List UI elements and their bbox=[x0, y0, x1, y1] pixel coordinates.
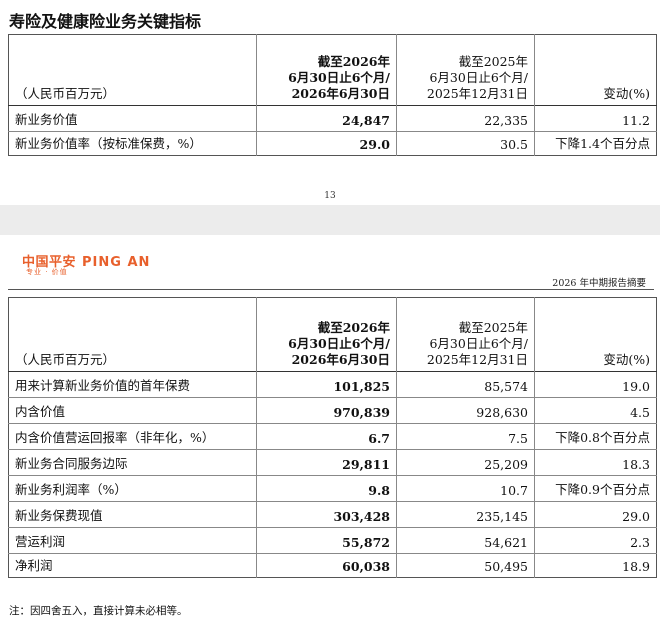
value-2026: 9.8 bbox=[256, 475, 397, 502]
unit-label: （人民币百万元） bbox=[15, 352, 116, 367]
table-row: 新业务合同服务边际 29,811 25,209 18.3 bbox=[8, 449, 657, 476]
header-2025: 截至2025年 6月30日止6个月/ 2025年12月31日 bbox=[396, 297, 535, 372]
value-2025: 7.5 bbox=[396, 423, 535, 450]
value-2026: 55,872 bbox=[256, 527, 397, 554]
logo-english: PING AN bbox=[82, 255, 151, 270]
row-label: 内含价值 bbox=[15, 404, 66, 419]
value-2026: 29,811 bbox=[256, 449, 397, 476]
table-row: 内含价值 970,839 928,630 4.5 bbox=[8, 397, 657, 424]
value-change: 29.0 bbox=[534, 501, 657, 528]
table-header-row: （人民币百万元） 截至2026年 6月30日止6个月/ 2026年6月30日 截… bbox=[8, 297, 657, 372]
value-2025: 50,495 bbox=[396, 553, 535, 578]
footnote: 注：因四舍五入，直接计算未必相等。 bbox=[9, 605, 188, 617]
table-row: 新业务价值 24,847 22,335 11.2 bbox=[8, 105, 657, 132]
value-2025: 22,335 bbox=[396, 105, 535, 132]
row-label: 新业务价值率（按标准保费，%） bbox=[15, 136, 202, 151]
section-title: 寿险及健康险业务关键指标 bbox=[9, 12, 202, 31]
table-row: 新业务保费现值 303,428 235,145 29.0 bbox=[8, 501, 657, 528]
value-change: 18.3 bbox=[534, 449, 657, 476]
table-header-row: （人民币百万元） 截至2026年 6月30日止6个月/ 2026年6月30日 截… bbox=[8, 34, 657, 106]
page-gap bbox=[0, 205, 660, 235]
table-row: 营运利润 55,872 54,621 2.3 bbox=[8, 527, 657, 554]
logo-slogan: 专业 · 价值 bbox=[26, 268, 68, 276]
row-label: 新业务保费现值 bbox=[15, 508, 103, 523]
row-label: 新业务价值 bbox=[15, 112, 78, 127]
row-label: 用来计算新业务价值的首年保费 bbox=[15, 378, 191, 393]
kpi-table-1: （人民币百万元） 截至2026年 6月30日止6个月/ 2026年6月30日 截… bbox=[8, 34, 657, 156]
value-change: 下降1.4个百分点 bbox=[534, 131, 657, 156]
page-number: 13 bbox=[324, 191, 336, 201]
header-divider bbox=[8, 289, 654, 290]
table-row: 新业务利润率（%） 9.8 10.7 下降0.9个百分点 bbox=[8, 475, 657, 502]
document-page-top: 寿险及健康险业务关键指标 （人民币百万元） 截至2026年 6月30日止6个月/… bbox=[0, 0, 660, 205]
value-2025: 928,630 bbox=[396, 397, 535, 424]
table-row: 用来计算新业务价值的首年保费 101,825 85,574 19.0 bbox=[8, 371, 657, 398]
value-2025: 85,574 bbox=[396, 371, 535, 398]
value-change: 下降0.8个百分点 bbox=[534, 423, 657, 450]
table-row: 净利润 60,038 50,495 18.9 bbox=[9, 553, 657, 578]
value-2025: 30.5 bbox=[396, 131, 535, 156]
header-2026: 截至2026年 6月30日止6个月/ 2026年6月30日 bbox=[256, 34, 397, 106]
value-2026: 60,038 bbox=[256, 553, 397, 578]
row-label: 净利润 bbox=[15, 558, 53, 573]
value-2026: 303,428 bbox=[256, 501, 397, 528]
value-change: 19.0 bbox=[534, 371, 657, 398]
value-2025: 235,145 bbox=[396, 501, 535, 528]
value-change: 2.3 bbox=[534, 527, 657, 554]
value-2025: 10.7 bbox=[396, 475, 535, 502]
value-2025: 54,621 bbox=[396, 527, 535, 554]
header-change: 变动(%) bbox=[534, 297, 657, 372]
value-2026: 101,825 bbox=[256, 371, 397, 398]
table-row: 内含价值营运回报率（非年化，%） 6.7 7.5 下降0.8个百分点 bbox=[8, 423, 657, 450]
header-change: 变动(%) bbox=[534, 34, 657, 106]
value-change: 11.2 bbox=[534, 105, 657, 132]
value-change: 下降0.9个百分点 bbox=[534, 475, 657, 502]
row-label: 营运利润 bbox=[15, 534, 66, 549]
value-2026: 970,839 bbox=[256, 397, 397, 424]
value-2025: 25,209 bbox=[396, 449, 535, 476]
table-row: 新业务价值率（按标准保费，%） 29.0 30.5 下降1.4个百分点 bbox=[9, 131, 657, 156]
row-label: 新业务利润率（%） bbox=[15, 482, 127, 497]
kpi-table-2: （人民币百万元） 截至2026年 6月30日止6个月/ 2026年6月30日 截… bbox=[8, 297, 657, 578]
document-page-bottom: 中国平安 PING AN 专业 · 价值 2026 年中期报告摘要 （人民币百万元… bbox=[0, 235, 660, 617]
value-change: 4.5 bbox=[534, 397, 657, 424]
header-2025: 截至2025年 6月30日止6个月/ 2025年12月31日 bbox=[396, 34, 535, 106]
value-change: 18.9 bbox=[534, 553, 657, 578]
header-2026: 截至2026年 6月30日止6个月/ 2026年6月30日 bbox=[256, 297, 397, 372]
report-name: 2026 年中期报告摘要 bbox=[552, 278, 646, 289]
row-label: 新业务合同服务边际 bbox=[15, 456, 128, 471]
value-2026: 6.7 bbox=[256, 423, 397, 450]
unit-label: （人民币百万元） bbox=[15, 86, 116, 101]
row-label: 内含价值营运回报率（非年化，%） bbox=[15, 430, 215, 445]
value-2026: 29.0 bbox=[256, 131, 397, 156]
value-2026: 24,847 bbox=[256, 105, 397, 132]
